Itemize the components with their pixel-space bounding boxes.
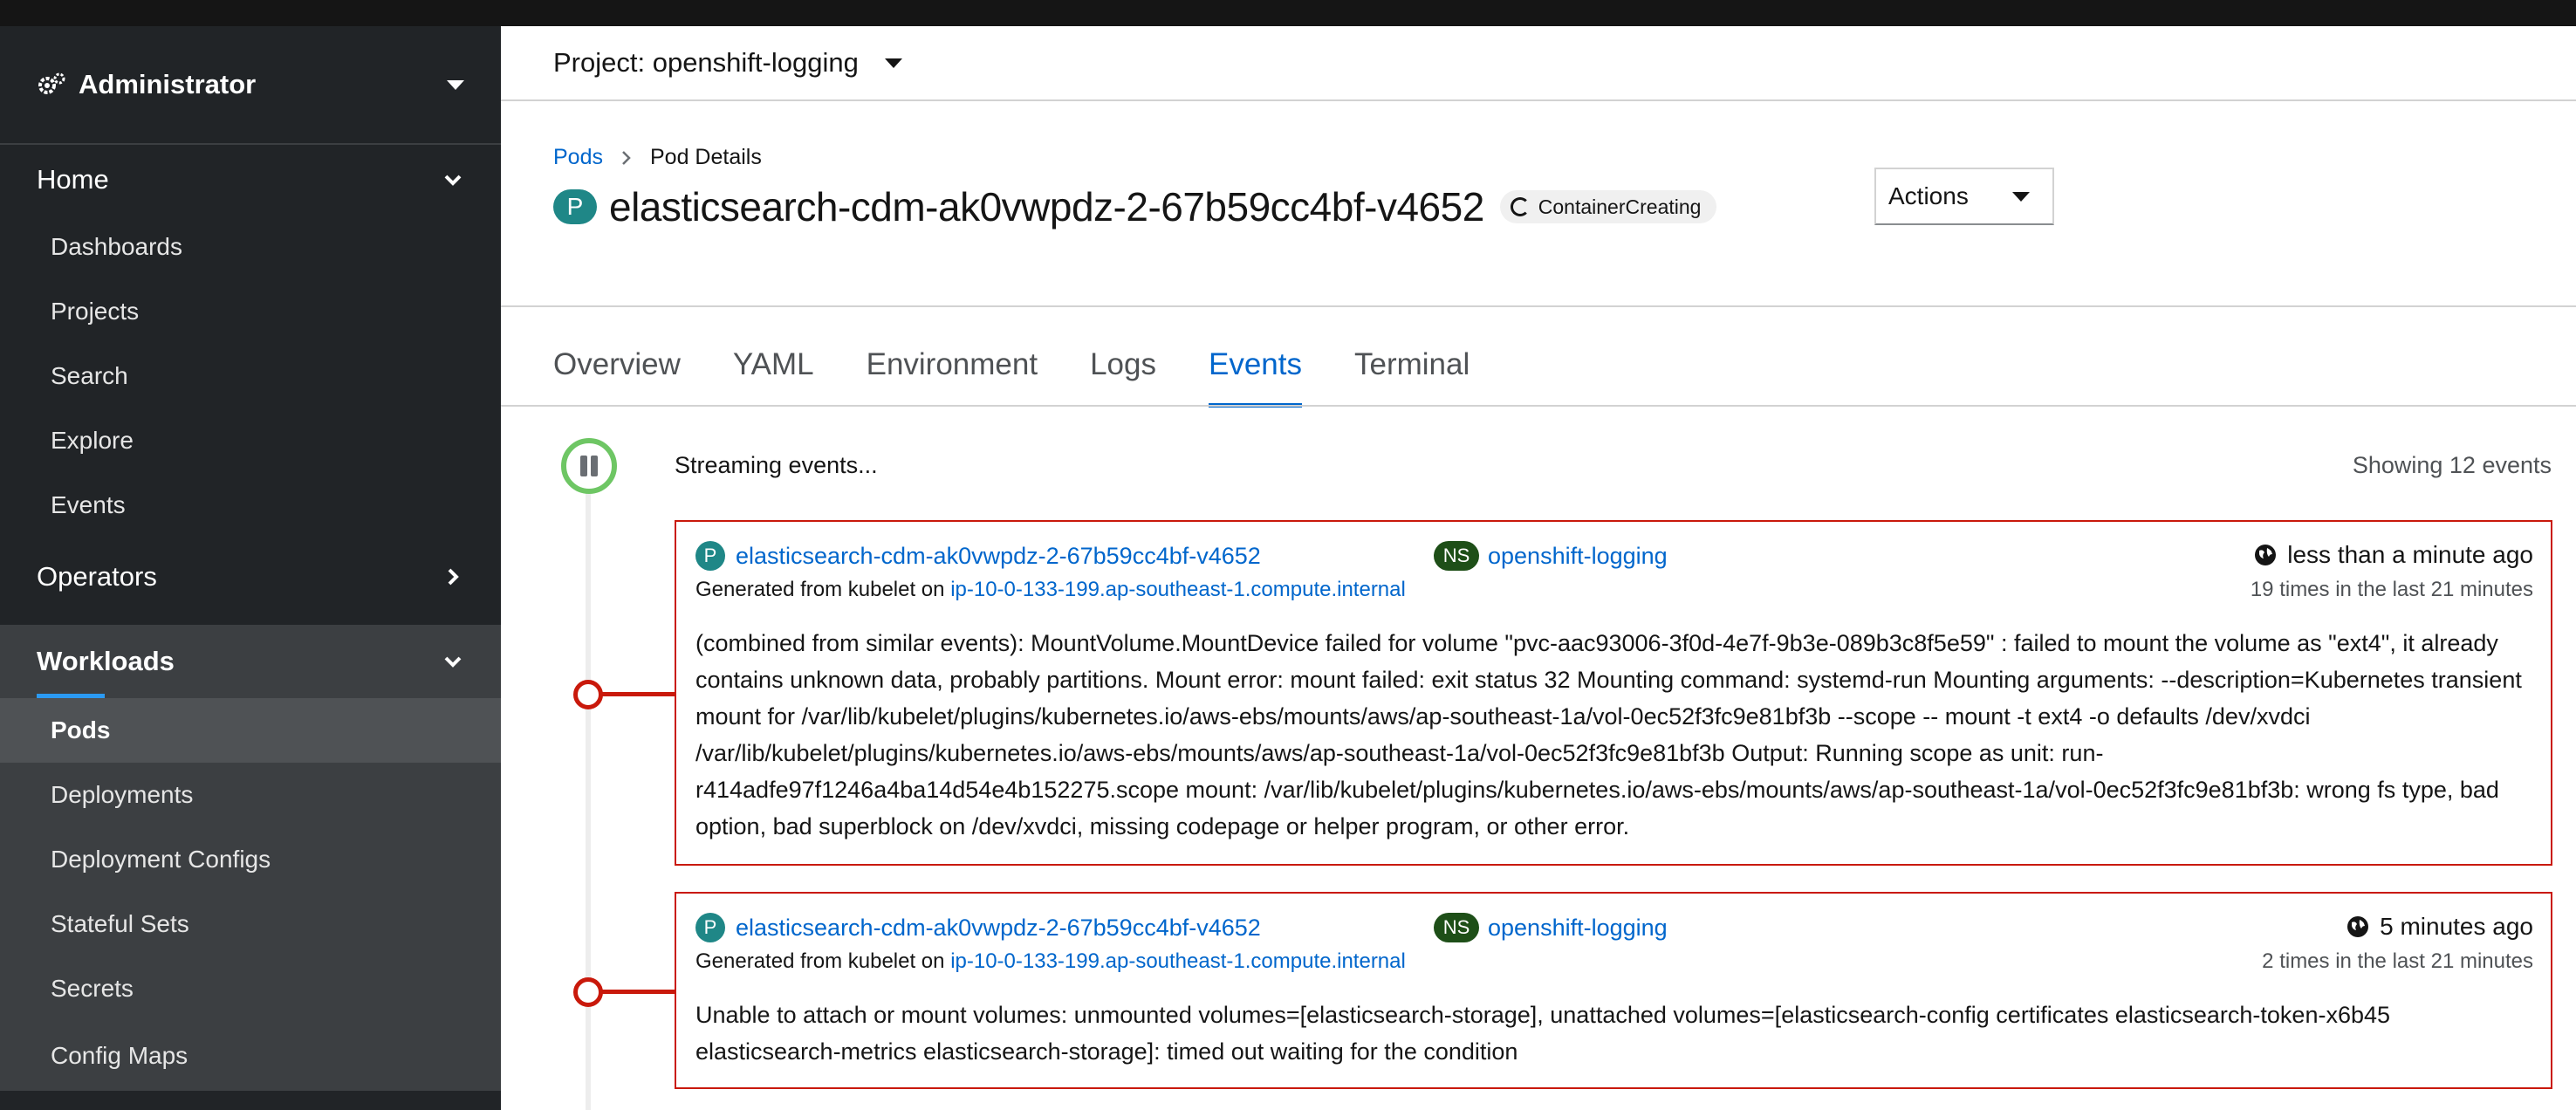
actions-dropdown[interactable]: Actions: [1874, 168, 2054, 225]
nav-section-home-label: Home: [37, 164, 109, 195]
event-occurrences: 19 times in the last 21 minutes: [2250, 578, 2533, 601]
event-namespace: NS openshift-logging: [1434, 541, 1668, 571]
event-source-prefix: Generated from kubelet on: [695, 578, 945, 601]
chevron-down-icon: [444, 175, 462, 186]
event-resource: P elasticsearch-cdm-ak0vwpdz-2-67b59cc4b…: [695, 913, 1261, 942]
event-resource-link[interactable]: elasticsearch-cdm-ak0vwpdz-2-67b59cc4bf-…: [736, 543, 1261, 570]
streaming-status: Streaming events...: [675, 452, 878, 478]
pod-resource-badge: P: [553, 189, 597, 224]
tabs-divider: [501, 405, 2576, 407]
event-marker: [573, 977, 603, 1007]
chevron-right-icon: [622, 150, 631, 165]
sidebar-item-projects[interactable]: Projects: [0, 279, 501, 344]
perspective-label: Administrator: [79, 69, 257, 99]
globe-icon: [2255, 545, 2277, 565]
tab-environment[interactable]: Environment: [867, 321, 1038, 407]
gears-icon: [38, 72, 65, 94]
namespace-badge: NS: [1434, 913, 1479, 942]
nav-workloads-group: Workloads Pods Deployments Deployment Co…: [0, 625, 501, 1091]
chevron-down-icon: [444, 656, 462, 668]
breadcrumb: Pods Pod Details: [553, 145, 762, 170]
event-connector: [591, 692, 675, 696]
project-selector[interactable]: Project: openshift-logging: [501, 26, 2576, 101]
caret-down-icon: [2012, 191, 2030, 202]
event-card: P elasticsearch-cdm-ak0vwpdz-2-67b59cc4b…: [675, 520, 2552, 866]
sidebar-item-search[interactable]: Search: [0, 344, 501, 408]
sidebar-item-config-maps[interactable]: Config Maps: [0, 1021, 501, 1091]
title-row: P elasticsearch-cdm-ak0vwpdz-2-67b59cc4b…: [553, 183, 1717, 230]
nav-section-operators[interactable]: Operators: [0, 538, 501, 616]
sidebar-item-pods[interactable]: Pods: [0, 698, 501, 763]
event-source: Generated from kubelet on ip-10-0-133-19…: [695, 578, 1406, 602]
nav-section-workloads[interactable]: Workloads: [0, 625, 501, 698]
event-connector: [591, 990, 675, 994]
in-progress-icon: [1510, 197, 1530, 216]
tab-overview[interactable]: Overview: [553, 321, 681, 407]
page-title: elasticsearch-cdm-ak0vwpdz-2-67b59cc4bf-…: [609, 184, 1484, 230]
chevron-right-icon: [448, 568, 459, 586]
masthead-bar: [0, 0, 2576, 26]
timeline-line: [586, 489, 591, 1110]
event-namespace-link[interactable]: openshift-logging: [1488, 915, 1668, 942]
event-card: P elasticsearch-cdm-ak0vwpdz-2-67b59cc4b…: [675, 892, 2552, 1089]
sidebar-item-stateful-sets[interactable]: Stateful Sets: [0, 892, 501, 956]
tab-logs[interactable]: Logs: [1090, 321, 1156, 407]
perspective-switcher[interactable]: Administrator: [0, 26, 501, 145]
status-text: ContainerCreating: [1538, 195, 1702, 218]
pod-resource-badge: P: [695, 913, 725, 942]
nav-section-operators-label: Operators: [37, 561, 157, 592]
sidebar-item-secrets[interactable]: Secrets: [0, 956, 501, 1021]
tab-yaml[interactable]: YAML: [733, 321, 814, 407]
sidebar: Administrator Home Dashboards Projects S…: [0, 26, 501, 1110]
event-source-prefix: Generated from kubelet on: [695, 949, 945, 973]
tab-bar: Overview YAML Environment Logs Events Te…: [553, 321, 1522, 408]
event-time: less than a minute ago: [2287, 541, 2533, 568]
event-marker: [573, 680, 603, 709]
nav-section-workloads-label: Workloads: [37, 646, 175, 676]
sidebar-item-deployment-configs[interactable]: Deployment Configs: [0, 827, 501, 892]
globe-icon: [2347, 916, 2369, 937]
caret-down-icon: [447, 79, 464, 90]
nav-section-home[interactable]: Home: [0, 145, 501, 215]
pause-streaming-button[interactable]: [561, 438, 617, 494]
status-badge: ContainerCreating: [1499, 190, 1717, 223]
event-occurrences: 2 times in the last 21 minutes: [2262, 949, 2533, 973]
event-message: (combined from similar events): MountVol…: [695, 630, 2522, 839]
event-resource: P elasticsearch-cdm-ak0vwpdz-2-67b59cc4b…: [695, 541, 1261, 571]
page-header: Pods Pod Details P elasticsearch-cdm-ak0…: [501, 101, 2576, 307]
pause-icon: [580, 456, 598, 476]
event-node-link[interactable]: ip-10-0-133-199.ap-southeast-1.compute.i…: [950, 578, 1406, 601]
event-resource-link[interactable]: elasticsearch-cdm-ak0vwpdz-2-67b59cc4bf-…: [736, 915, 1261, 942]
event-namespace: NS openshift-logging: [1434, 913, 1668, 942]
nav-home-group: Dashboards Projects Search Explore Event…: [0, 215, 501, 538]
sidebar-item-dashboards[interactable]: Dashboards: [0, 215, 501, 279]
breadcrumb-current: Pod Details: [649, 145, 762, 169]
tab-events[interactable]: Events: [1208, 321, 1302, 408]
event-timestamp: 5 minutes ago: [2346, 913, 2533, 941]
active-section-indicator: [37, 694, 105, 698]
breadcrumb-pods-link[interactable]: Pods: [553, 145, 603, 170]
event-source: Generated from kubelet on ip-10-0-133-19…: [695, 949, 1406, 974]
sidebar-item-explore[interactable]: Explore: [0, 408, 501, 473]
pod-resource-badge: P: [695, 541, 725, 571]
events-count: Showing 12 events: [2352, 452, 2552, 478]
tab-terminal[interactable]: Terminal: [1354, 321, 1470, 407]
project-selector-label: Project: openshift-logging: [553, 47, 859, 78]
event-time: 5 minutes ago: [2380, 913, 2533, 940]
sidebar-item-deployments[interactable]: Deployments: [0, 763, 501, 827]
event-node-link[interactable]: ip-10-0-133-199.ap-southeast-1.compute.i…: [950, 949, 1406, 973]
sidebar-item-events[interactable]: Events: [0, 473, 501, 538]
event-namespace-link[interactable]: openshift-logging: [1488, 543, 1668, 570]
namespace-badge: NS: [1434, 541, 1479, 571]
actions-label: Actions: [1888, 182, 1969, 209]
event-timestamp: less than a minute ago: [2254, 541, 2533, 569]
caret-down-icon: [884, 58, 902, 68]
event-message: Unable to attach or mount volumes: unmou…: [695, 1002, 2391, 1065]
